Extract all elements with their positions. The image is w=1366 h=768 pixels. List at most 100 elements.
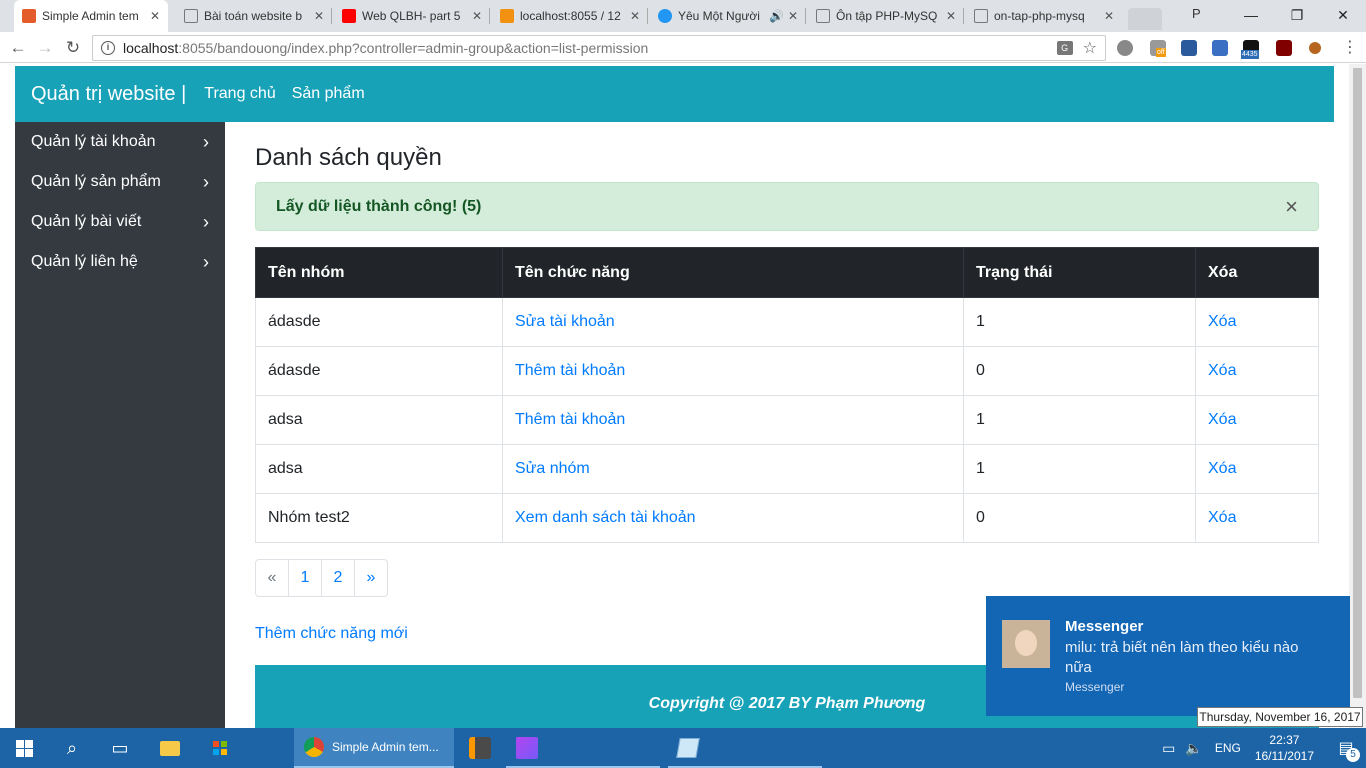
delete-link[interactable]: Xóa [1208,460,1236,477]
maximize-icon[interactable]: ❐ [1274,0,1320,32]
pagination-page-1[interactable]: 1 [288,559,322,597]
sidebar: Quản lý tài khoản › Quản lý sản phẩm › Q… [15,122,225,728]
delete-link[interactable]: Xóa [1208,411,1236,428]
chevron-right-icon: › [203,251,209,272]
profile-label[interactable]: P [1192,6,1201,21]
address-bar[interactable]: i localhost:8055/bandouong/index.php?con… [92,35,1106,61]
taskbar-app-notepad[interactable] [668,728,822,768]
close-icon[interactable]: ✕ [314,9,324,23]
function-link[interactable]: Sửa nhóm [515,460,590,477]
extension-icon[interactable] [1117,40,1133,56]
status-value: 0 [963,346,1196,396]
group-name: ádasde [255,346,503,396]
document-icon [184,9,198,23]
back-icon[interactable]: ← [6,36,30,60]
clock[interactable]: 22:37 16/11/2017 [1255,732,1314,764]
browser-tab[interactable]: localhost:8055 / 12 ✕ [492,0,648,32]
pagination-page-2[interactable]: 2 [321,559,355,597]
date-tooltip: Thursday, November 16, 2017 [1197,707,1363,727]
language-indicator[interactable]: ENG [1215,741,1241,755]
new-tab-button[interactable] [1128,8,1162,30]
browser-tab[interactable]: Web QLBH- part 5 ✕ [334,0,490,32]
nav-products[interactable]: Sản phẩm [292,85,365,103]
browser-tab[interactable]: Bài toán website b ✕ [176,0,332,32]
table-row: ádasde Sửa tài khoản 1 Xóa [255,297,1319,347]
close-window-icon[interactable]: ✕ [1320,0,1366,32]
close-icon[interactable]: ✕ [630,9,640,23]
page-scrollbar[interactable] [1349,64,1366,728]
notepad-icon [676,738,700,758]
site-header: Quản trị website | Trang chủ Sản phẩm [15,66,1334,122]
taskbar-app-sublime[interactable] [456,728,504,768]
star-icon[interactable]: ☆ [1083,38,1097,58]
task-view-icon[interactable]: ▭ [96,728,144,768]
cookie-icon[interactable] [1309,42,1321,54]
sidebar-item-posts[interactable]: Quản lý bài viết › [15,202,225,242]
sidebar-item-contacts[interactable]: Quản lý liên hệ › [15,242,225,282]
info-icon[interactable]: i [101,41,115,55]
table-row: Nhóm test2 Xem danh sách tài khoản 0 Xóa [255,493,1319,543]
store-icon[interactable] [196,728,244,768]
close-icon[interactable]: ✕ [946,9,956,23]
group-name: ádasde [255,297,503,347]
nav-home[interactable]: Trang chủ [204,85,275,103]
site-brand[interactable]: Quản trị website | [31,83,186,106]
function-link[interactable]: Thêm tài khoản [515,411,625,428]
group-name: Nhóm test2 [255,493,503,543]
scrollbar-thumb[interactable] [1353,68,1362,698]
ublock-icon[interactable] [1276,40,1292,56]
function-link[interactable]: Thêm tài khoản [515,362,625,379]
reload-icon[interactable]: ↻ [61,36,85,60]
extension-off-icon[interactable]: off [1150,40,1166,57]
search-icon[interactable]: ⌕ [48,728,96,768]
forward-icon[interactable]: → [33,36,57,60]
browser-tab[interactable]: Yêu Một Người 🔊 ✕ [650,0,806,32]
sublime-text-icon [469,737,491,759]
tab-title: localhost:8055 / 12 [520,9,621,23]
browser-tab[interactable]: Ôn tập PHP-MySQ ✕ [808,0,964,32]
taskbar: ⌕ ▭ Simple Admin tem... ▭ 🔈 ENG 22:37 16… [0,728,1366,768]
taskbar-app-chrome[interactable]: Simple Admin tem... [294,728,454,768]
delete-link[interactable]: Xóa [1208,362,1236,379]
bookmark-extension-icon[interactable] [1212,40,1228,56]
function-link[interactable]: Sửa tài khoản [515,313,615,330]
translate-icon[interactable]: G [1056,41,1073,55]
menu-icon[interactable]: ⋮ [1338,36,1362,60]
close-icon[interactable]: ✕ [150,9,160,23]
pagination-prev[interactable]: « [255,559,289,597]
extension-badge-icon[interactable]: 4435 [1241,40,1259,59]
browser-tab-active[interactable]: Simple Admin tem ✕ [14,0,168,32]
window-controls: — ❐ ✕ [1228,0,1366,32]
delete-link[interactable]: Xóa [1208,509,1236,526]
volume-icon[interactable]: 🔈 [1185,740,1202,757]
music-icon [658,9,672,23]
close-icon[interactable]: ✕ [1104,9,1114,23]
group-name: adsa [255,444,503,494]
document-icon [974,9,988,23]
taskbar-app-phpstorm[interactable] [506,728,660,768]
file-explorer-icon[interactable] [146,728,194,768]
notification-title: Messenger [1065,618,1144,635]
delete-link[interactable]: Xóa [1208,313,1236,330]
pagination-next[interactable]: » [354,559,388,597]
sidebar-item-products[interactable]: Quản lý sản phẩm › [15,162,225,202]
chevron-right-icon: › [203,211,209,232]
close-icon[interactable]: ✕ [788,9,798,23]
table-row: adsa Thêm tài khoản 1 Xóa [255,395,1319,445]
network-icon[interactable]: ▭ [1162,740,1175,757]
column-header: Xóa [1195,247,1319,298]
close-icon[interactable]: ✕ [472,9,482,23]
function-link[interactable]: Xem danh sách tài khoản [515,509,696,526]
column-header: Trạng thái [963,247,1196,298]
sidebar-item-accounts[interactable]: Quản lý tài khoản › [15,122,225,162]
action-center-icon[interactable]: ▤ 5 [1326,738,1366,762]
messenger-notification[interactable]: Messenger milu: trả biết nên làm theo ki… [986,596,1350,716]
minimize-icon[interactable]: — [1228,0,1274,32]
chevron-right-icon: › [203,171,209,192]
windows-start-icon[interactable] [0,728,48,768]
address-url[interactable]: localhost:8055/bandouong/index.php?contr… [123,40,1057,56]
extension-icon[interactable] [1181,40,1197,56]
browser-tab[interactable]: on-tap-php-mysq ✕ [966,0,1122,32]
notification-body: milu: trả biết nên làm theo kiểu nào nữa [1065,639,1299,676]
close-icon[interactable]: × [1285,194,1298,220]
